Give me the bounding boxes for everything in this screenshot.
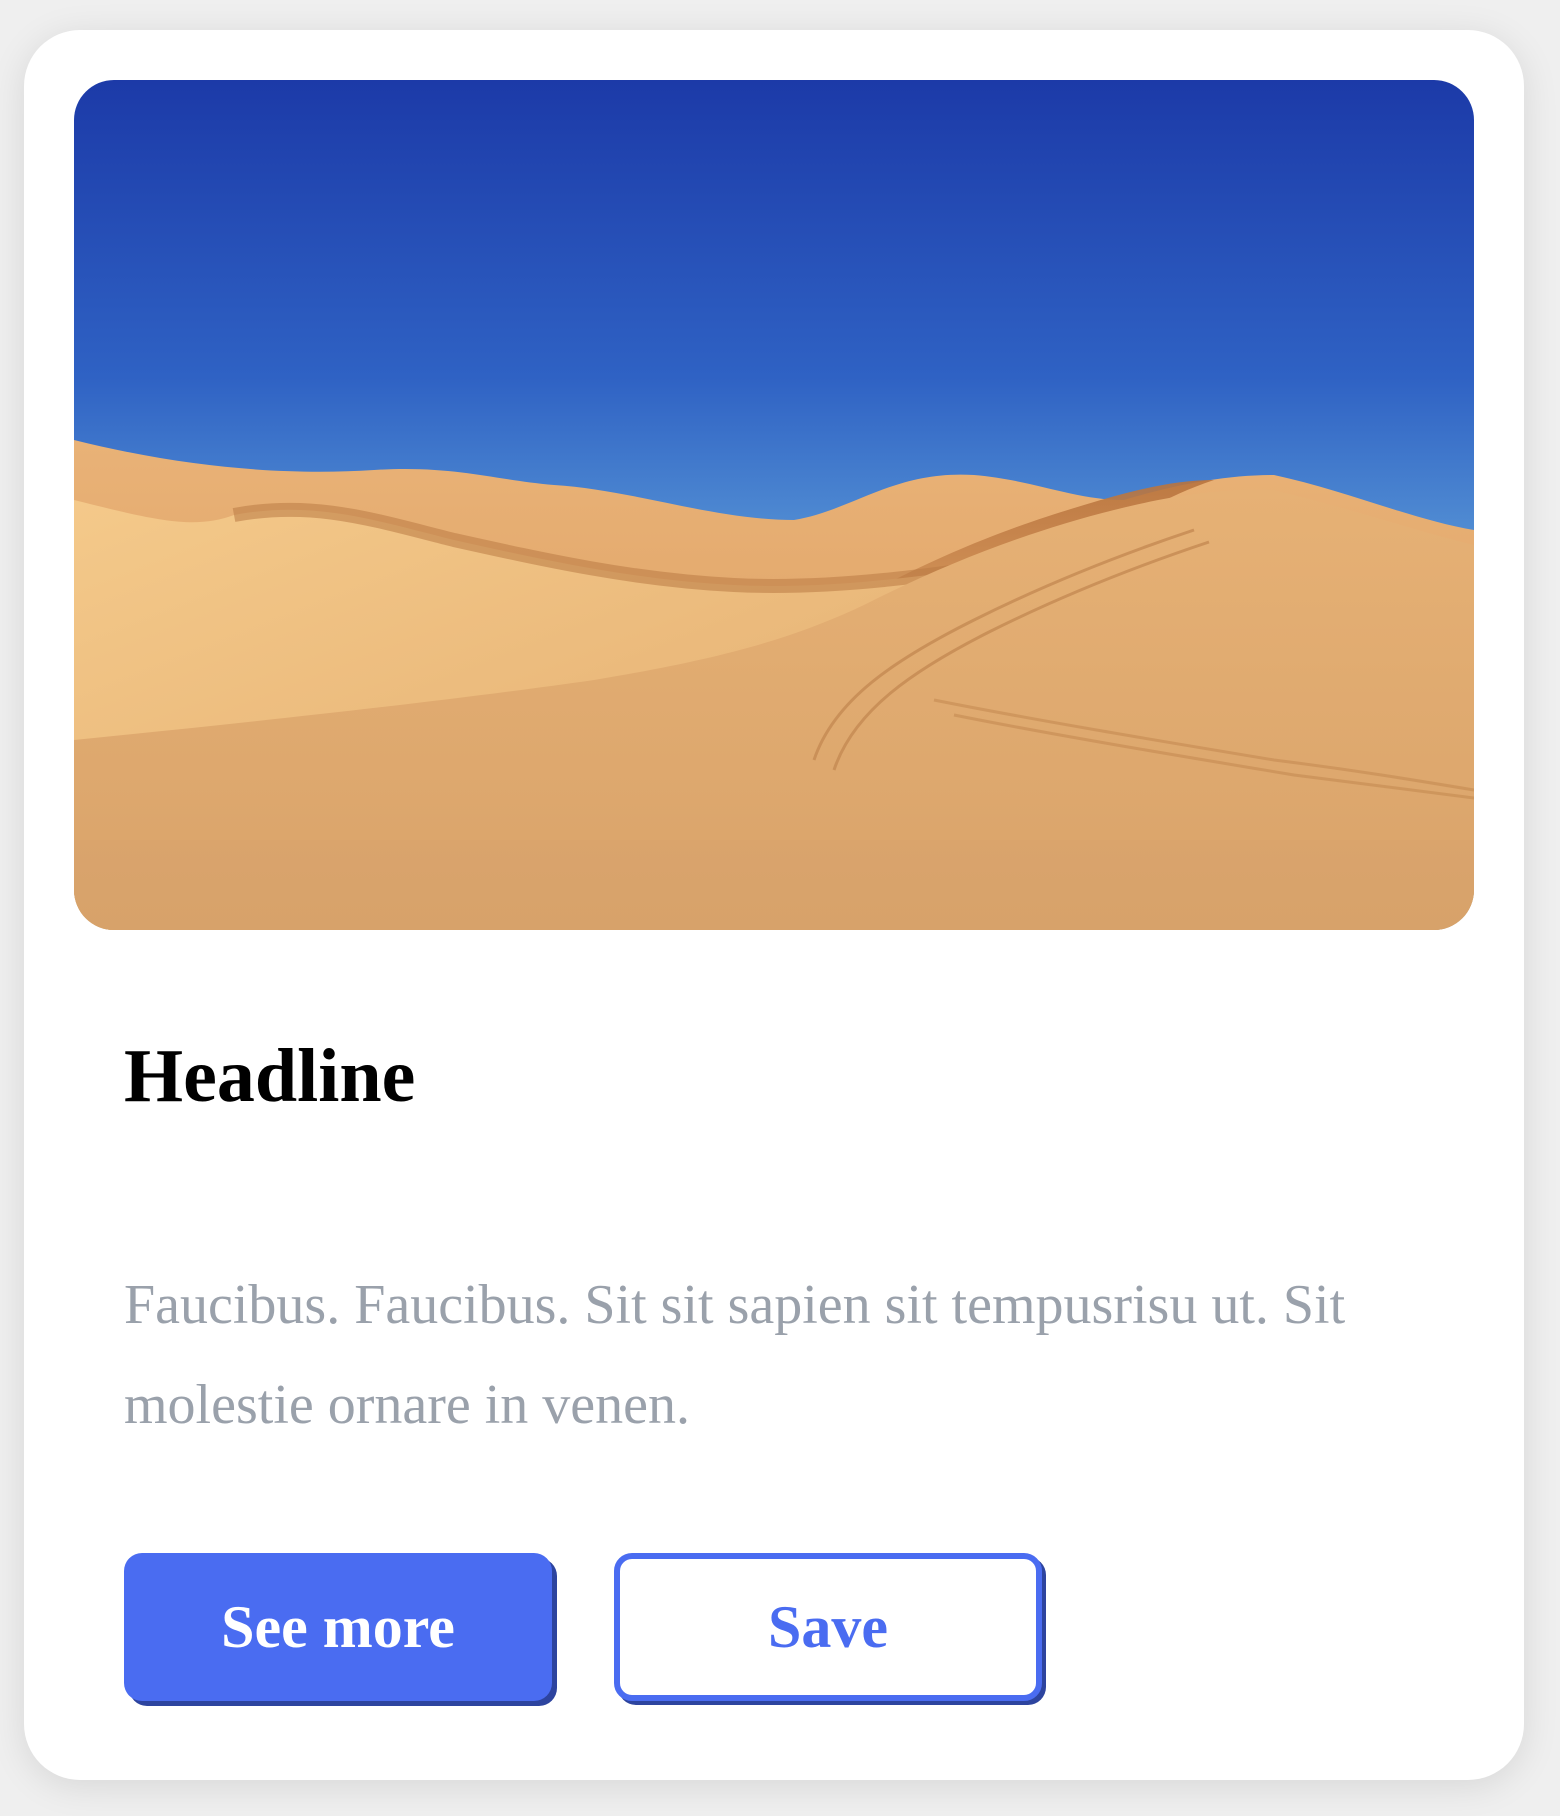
see-more-button[interactable]: See more <box>124 1553 552 1701</box>
card-body-text: Faucibus. Faucibus. Sit sit sapien sit t… <box>124 1274 1346 1436</box>
card-headline: Headline <box>124 1034 416 1118</box>
desert-dunes-image <box>74 80 1474 930</box>
save-button[interactable]: Save <box>614 1553 1042 1701</box>
content-card: Headline Faucibus. Faucibus. Sit sit sap… <box>24 30 1524 1780</box>
